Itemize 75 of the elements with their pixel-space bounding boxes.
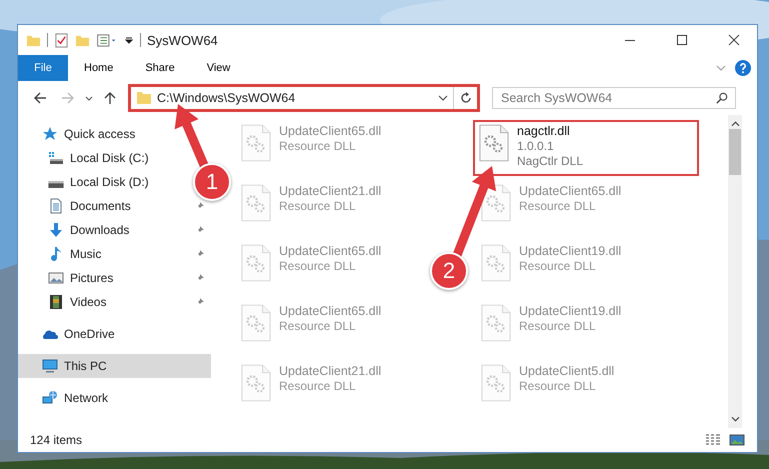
document-icon (48, 198, 64, 214)
file-detail: Resource DLL (519, 379, 597, 394)
nav-item[interactable]: Downloads (48, 218, 130, 242)
file-detail: 1.0.0.1 (517, 139, 555, 154)
file-name: UpdateClient21.dll (279, 184, 382, 199)
caret-icon[interactable] (438, 93, 448, 103)
nav-item[interactable]: Local Disk (C:) (48, 146, 149, 170)
properties-icon[interactable] (96, 32, 118, 48)
gear-document-icon (481, 184, 511, 222)
gear-document-icon (479, 124, 509, 162)
gear-document-icon (241, 184, 271, 222)
search-icon (716, 92, 728, 104)
drive-icon (48, 181, 64, 188)
ribbon-tab[interactable]: Home (68, 55, 130, 81)
file-name: UpdateClient65.dll (279, 244, 382, 259)
nav-item[interactable]: Videos (48, 290, 106, 314)
scrollbar[interactable] (728, 115, 742, 428)
nav-item[interactable]: Pictures (48, 266, 114, 290)
file-detail: Resource DLL (519, 199, 597, 214)
file-detail: Resource DLL (279, 199, 357, 214)
star-icon (42, 126, 58, 142)
nav-item[interactable]: This PC (18, 354, 211, 378)
scroll-down-icon[interactable] (732, 417, 738, 421)
dropdown-caret-icon[interactable] (124, 35, 134, 45)
file-detail: Resource DLL (279, 139, 357, 154)
monitor-icon (42, 358, 58, 374)
file-name: UpdateClient65.dll (519, 184, 622, 199)
maximize-icon (677, 35, 687, 45)
file-detail: Resource DLL (279, 259, 357, 274)
nav-item[interactable]: OneDrive (18, 322, 211, 346)
file-detail: Resource DLL (519, 259, 597, 274)
nav-item[interactable]: Local Disk (D:) (48, 170, 149, 194)
item-count: 124 items (30, 433, 82, 447)
ribbon-tab[interactable]: View (190, 55, 246, 81)
ribbon-tab[interactable]: Share (129, 55, 191, 81)
gear-document-icon (241, 244, 271, 282)
file-name: UpdateClient65.dll (279, 304, 382, 319)
network-icon (42, 390, 58, 406)
picture-icon (48, 270, 64, 286)
scroll-thumb[interactable] (729, 129, 741, 175)
file-name: UpdateClient19.dll (519, 244, 622, 259)
gear-document-icon (241, 124, 271, 162)
file-name: nagctlr.dll (517, 124, 571, 139)
gear-document-icon (241, 364, 271, 402)
folder-icon (136, 90, 152, 106)
nav-item[interactable]: Music (48, 242, 102, 266)
film-icon (48, 294, 64, 310)
scroll-up-icon[interactable] (732, 122, 738, 126)
address-bar[interactable]: C:\Windows\SysWOW64 (128, 84, 480, 112)
file-item[interactable]: nagctlr.dll 1.0.0.1 NagCtlr DLL (473, 120, 699, 176)
file-detail: Resource DLL (519, 319, 597, 334)
file-tab[interactable]: File (18, 55, 68, 81)
gear-document-icon (481, 364, 511, 402)
file-name: UpdateClient5.dll (519, 364, 614, 379)
nav-item[interactable]: Documents (48, 194, 131, 218)
gear-document-icon (241, 304, 271, 342)
file-detail: Resource DLL (279, 319, 357, 334)
drive-icon (48, 150, 64, 166)
help-icon[interactable] (735, 60, 751, 76)
close-icon (729, 35, 739, 45)
nav-item[interactable]: Quick access (18, 122, 211, 146)
file-detail: Resource DLL (279, 379, 357, 394)
file-name: UpdateClient21.dll (279, 364, 382, 379)
search-field[interactable]: Search SysWOW64 (492, 87, 736, 109)
window-title: SysWOW64 (147, 32, 218, 48)
download-arrow-icon (48, 222, 64, 238)
gear-document-icon (481, 304, 511, 342)
gear-document-icon (481, 244, 511, 282)
checklist-icon[interactable] (54, 32, 69, 48)
file-detail: NagCtlr DLL (517, 154, 584, 169)
large-icons-view-icon[interactable] (729, 433, 745, 447)
file-name: UpdateClient19.dll (519, 304, 622, 319)
details-view-icon[interactable] (705, 433, 721, 447)
nav-item[interactable]: Network (18, 386, 211, 410)
file-name: UpdateClient65.dll (279, 124, 382, 139)
